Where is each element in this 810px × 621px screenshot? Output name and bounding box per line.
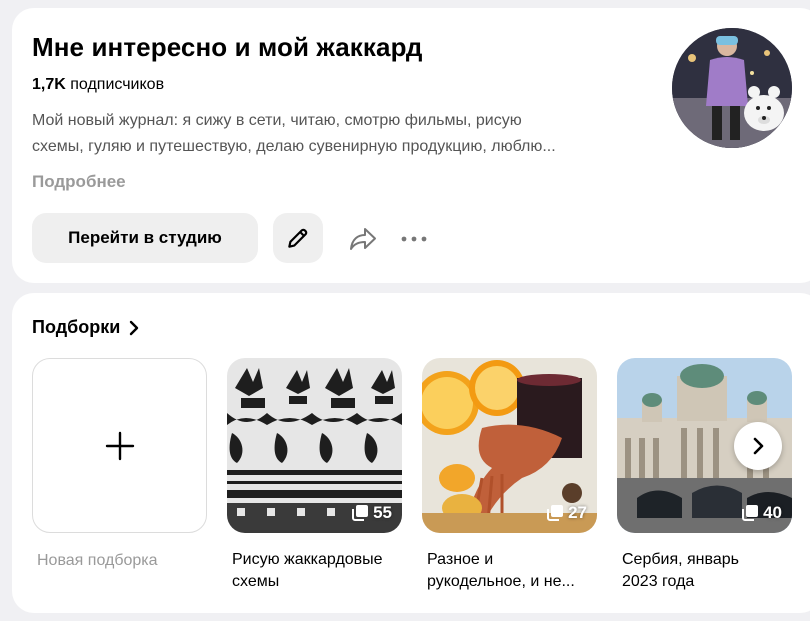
caption-line: Рисую жаккардовые xyxy=(232,551,383,568)
channel-avatar[interactable] xyxy=(672,28,792,148)
edit-button[interactable] xyxy=(273,213,323,263)
item-count-value: 55 xyxy=(373,503,392,522)
collections-card: Подборки Новая подборка 55 Рисую жаккард… xyxy=(12,293,810,613)
more-link[interactable]: Подробнее xyxy=(32,172,126,192)
chevron-right-icon xyxy=(130,320,139,335)
caption-line: 2023 года xyxy=(622,573,695,590)
channel-description: Мой новый журнал: я сижу в сети, читаю, … xyxy=(32,108,647,160)
go-to-studio-button[interactable]: Перейти в студию xyxy=(32,213,258,263)
caption-line: рукодельное, и не... xyxy=(427,573,575,590)
item-count: 40 xyxy=(741,503,782,523)
collection-tile[interactable]: 27 xyxy=(422,358,597,533)
collections-title: Подборки xyxy=(32,317,121,337)
stack-icon xyxy=(742,505,759,521)
item-count: 55 xyxy=(351,503,392,523)
item-count-value: 40 xyxy=(763,503,782,522)
subscribers-count: 1,7K подписчиков xyxy=(32,76,164,94)
caption-line: Сербия, январь xyxy=(622,551,739,568)
channel-header-card: Мне интересно и мой жаккард 1,7K подписч… xyxy=(12,8,810,283)
item-count: 27 xyxy=(546,503,587,523)
collections-header[interactable]: Подборки xyxy=(32,317,140,338)
subscribers-number: 1,7K xyxy=(32,76,66,93)
chevron-right-icon xyxy=(753,437,764,455)
stack-icon xyxy=(352,505,369,521)
channel-title: Мне интересно и мой жаккард xyxy=(32,32,423,62)
item-count-value: 27 xyxy=(568,503,587,522)
subscribers-label: подписчиков xyxy=(70,76,165,93)
stack-icon xyxy=(547,505,564,521)
new-collection-tile[interactable] xyxy=(32,358,207,533)
scroll-next-button[interactable] xyxy=(734,422,782,470)
pencil-icon xyxy=(288,228,308,248)
share-button[interactable] xyxy=(346,222,380,256)
new-collection-label: Новая подборка xyxy=(37,552,158,569)
caption-line: Разное и xyxy=(427,551,494,568)
collection-caption: Сербия, январь 2023 года xyxy=(622,549,797,593)
more-dots-icon xyxy=(401,236,427,242)
collection-tile[interactable]: 55 xyxy=(227,358,402,533)
share-arrow-icon xyxy=(350,228,376,250)
collection-caption: Рисую жаккардовые схемы xyxy=(232,549,407,593)
more-options-button[interactable] xyxy=(398,222,430,256)
caption-line: схемы xyxy=(232,573,280,590)
collection-caption: Разное и рукодельное, и не... xyxy=(427,549,602,593)
plus-icon xyxy=(105,431,134,460)
description-line: схемы, гуляю и путешествую, делаю сувени… xyxy=(32,138,556,155)
description-line: Мой новый журнал: я сижу в сети, читаю, … xyxy=(32,112,522,129)
